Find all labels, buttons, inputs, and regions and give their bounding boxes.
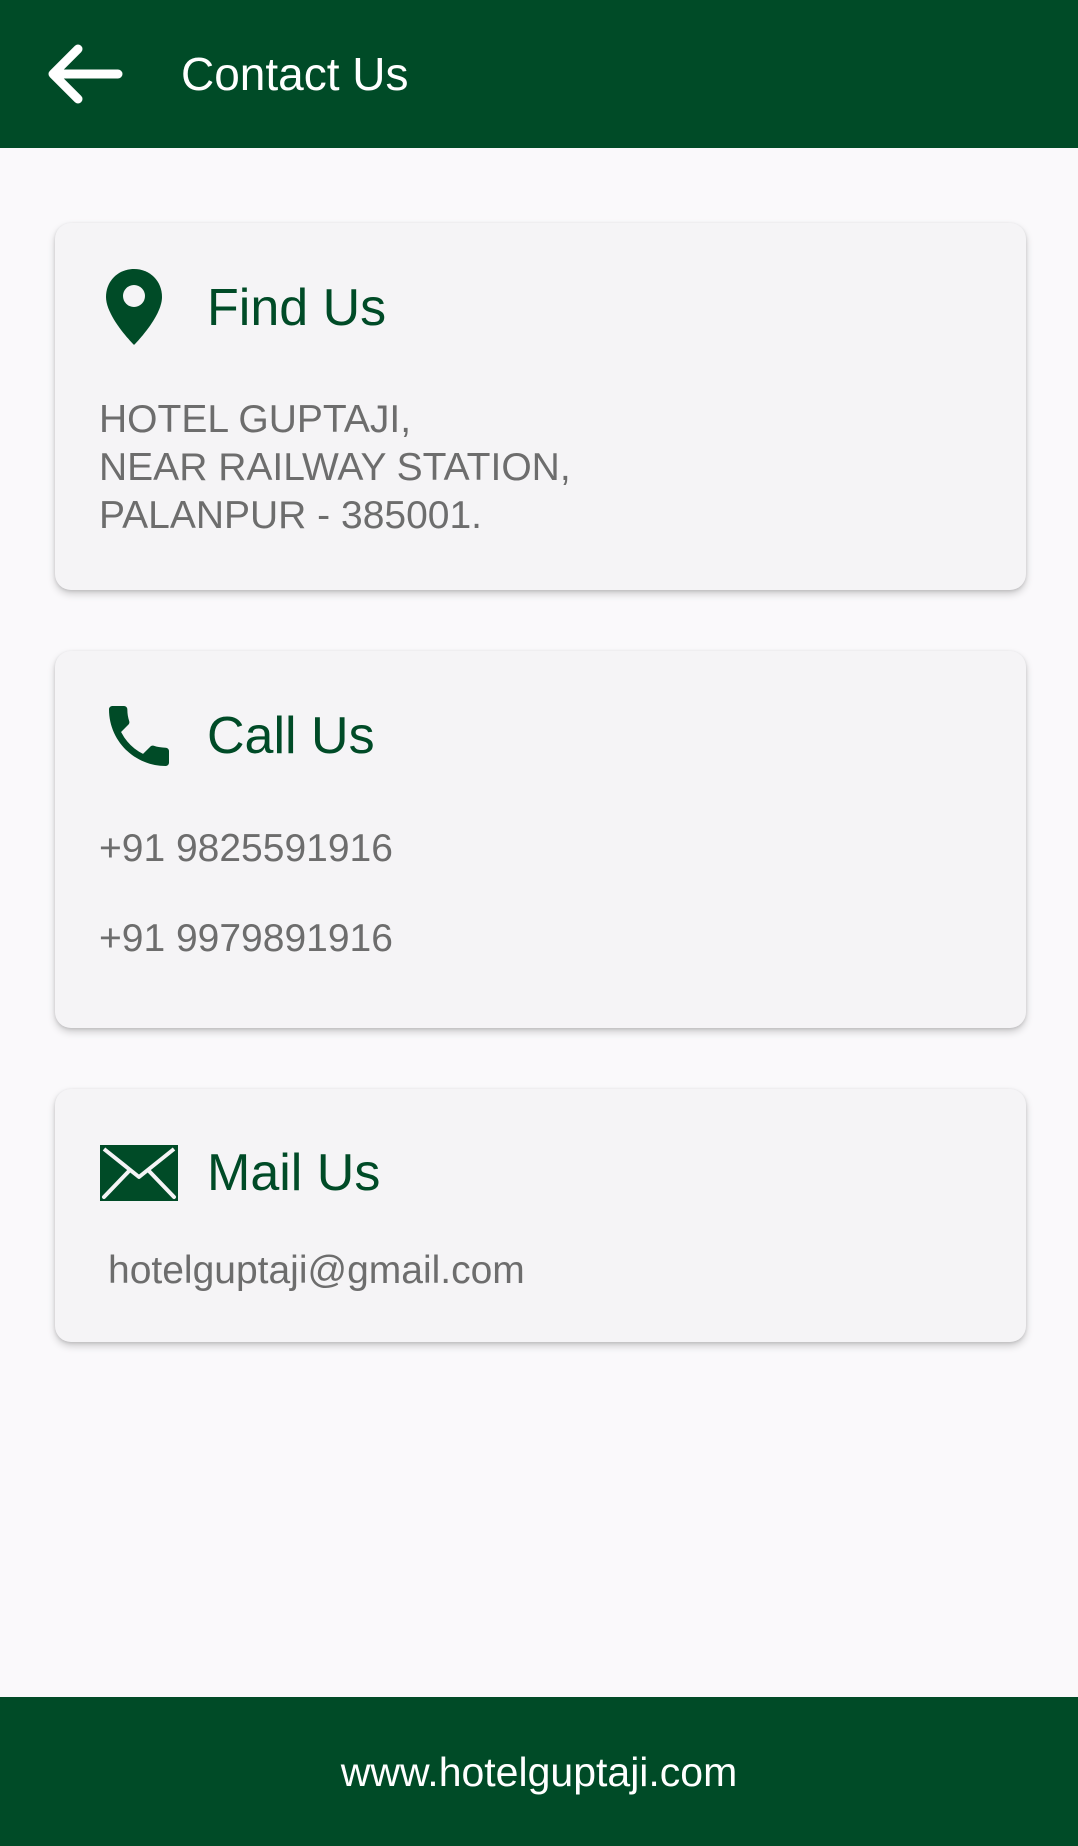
back-button[interactable] [40,36,128,112]
phone-number[interactable]: +91 9825591916 [99,825,393,873]
phone-icon [99,696,179,776]
mail-us-title: Mail Us [207,1144,381,1202]
map-pin-icon [103,267,165,347]
address-line: PALANPUR - 385001. [99,494,482,537]
app-bar: Contact Us [0,0,1078,148]
arrow-left-icon [48,44,123,104]
find-us-title: Find Us [207,279,387,337]
mail-us-card: Mail Us hotelguptaji@gmail.com [55,1089,1026,1342]
page-title: Contact Us [181,48,409,100]
address-line: HOTEL GUPTAJI, [99,398,412,441]
email-link[interactable]: hotelguptaji@gmail.com [108,1247,525,1295]
address-line: NEAR RAILWAY STATION, [99,446,571,489]
call-us-title: Call Us [207,707,375,765]
footer: www.hotelguptaji.com [0,1697,1078,1846]
envelope-icon [99,1144,179,1202]
phone-number[interactable]: +91 9979891916 [99,915,393,963]
find-us-card[interactable]: Find Us HOTEL GUPTAJI, NEAR RAILWAY STAT… [55,223,1026,590]
website-link[interactable]: www.hotelguptaji.com [341,1747,738,1797]
call-us-card: Call Us +91 9825591916 +91 9979891916 [55,651,1026,1028]
